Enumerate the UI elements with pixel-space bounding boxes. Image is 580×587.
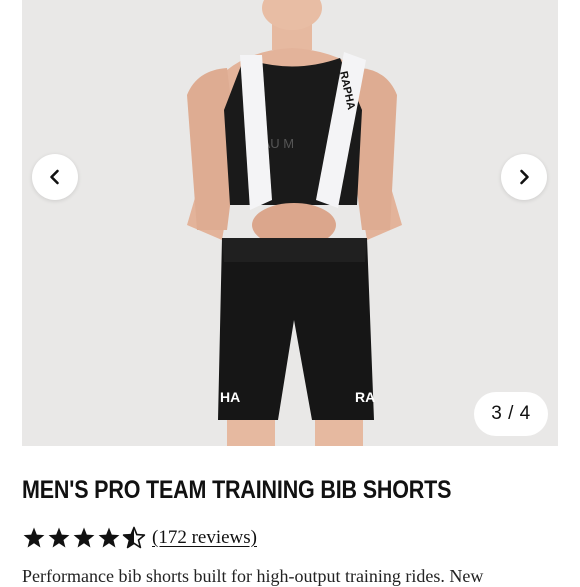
reviews-link[interactable]: (172 reviews) — [152, 527, 257, 549]
product-image-gallery: E AU M RAPHA HA RA 3 / 4 — [22, 0, 558, 446]
svg-text:RA: RA — [355, 389, 375, 405]
image-counter: 3 / 4 — [474, 392, 548, 436]
product-title: MEN'S PRO TEAM TRAINING BIB SHORTS — [22, 476, 452, 504]
rating-row: (172 reviews) — [22, 524, 257, 552]
star-full-icon — [73, 527, 95, 548]
next-image-button[interactable] — [501, 154, 547, 200]
star-full-icon — [98, 527, 120, 548]
star-full-icon — [23, 527, 45, 548]
chevron-left-icon — [50, 169, 59, 185]
star-rating — [22, 526, 146, 550]
star-full-icon — [48, 527, 70, 548]
product-photo: E AU M RAPHA HA RA — [187, 0, 402, 446]
svg-text:HA: HA — [220, 389, 240, 405]
star-half-icon — [122, 526, 146, 549]
previous-image-button[interactable] — [32, 154, 78, 200]
chevron-right-icon — [520, 169, 529, 185]
product-description: Performance bib shorts built for high-ou… — [22, 566, 484, 586]
